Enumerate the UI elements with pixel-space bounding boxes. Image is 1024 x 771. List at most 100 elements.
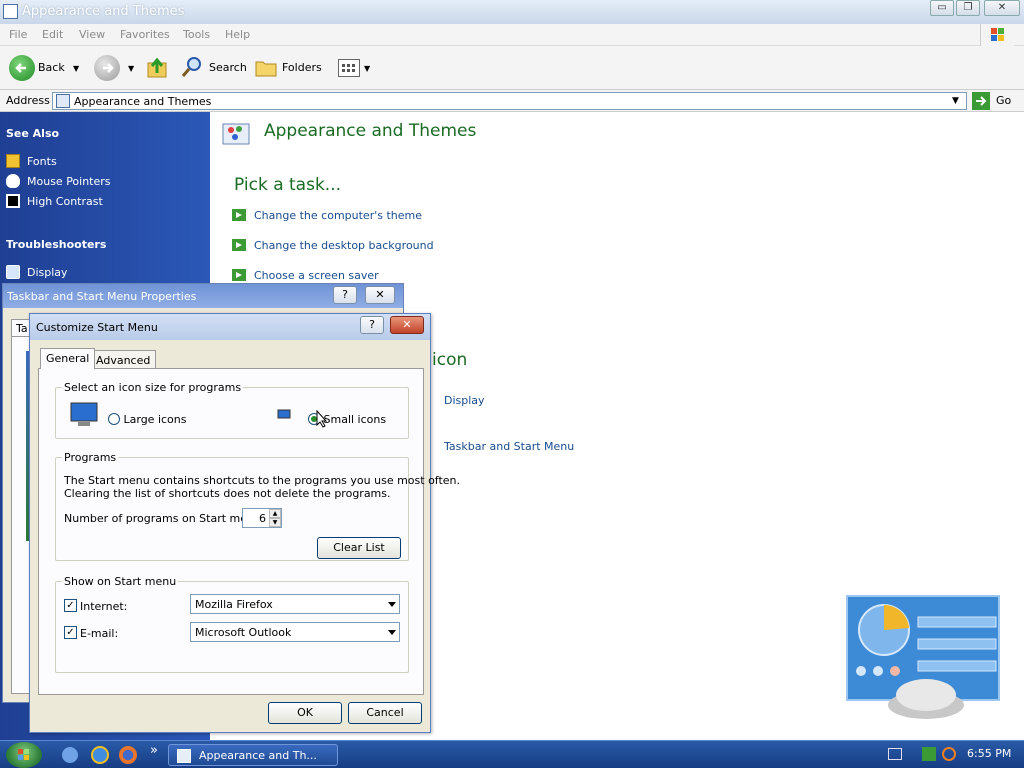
internet-label: Internet: — [80, 600, 128, 613]
close-button[interactable]: ✕ — [365, 286, 395, 304]
customize-start-menu-dialog: Customize Start Menu ? ✕ General Advance… — [29, 313, 460, 733]
window-title-bar[interactable]: Appearance and Themes ▭ ❐ ✕ — [0, 0, 1024, 24]
chevron-down-icon — [388, 630, 396, 635]
show-desktop-icon[interactable] — [62, 747, 78, 763]
search-button-label[interactable]: Search — [209, 61, 247, 74]
large-icons-option[interactable]: Large icons — [108, 413, 186, 426]
task-link-background[interactable]: Change the desktop background — [232, 239, 434, 252]
internet-checkbox[interactable]: ✓ — [64, 599, 77, 612]
task-link-screensaver[interactable]: Choose a screen saver — [232, 269, 379, 282]
folders-button-label[interactable]: Folders — [282, 61, 322, 74]
views-icon[interactable] — [338, 59, 360, 77]
email-checkbox[interactable]: ✓ — [64, 626, 77, 639]
clear-list-button[interactable]: Clear List — [317, 537, 401, 559]
email-select[interactable]: Microsoft Outlook — [190, 622, 400, 642]
address-input[interactable]: Appearance and Themes ▼ — [52, 92, 967, 110]
page-title: Appearance and Themes — [264, 121, 477, 141]
views-dropdown-icon[interactable]: ▼ — [364, 64, 370, 73]
programs-group: Programs The Start menu contains shortcu… — [55, 451, 460, 561]
chevron-down-icon — [388, 602, 396, 607]
taskbar-item-label: Appearance and Th... — [199, 749, 317, 762]
large-icons-radio[interactable] — [108, 413, 120, 425]
close-button[interactable]: ✕ — [390, 316, 424, 334]
address-dropdown-icon[interactable]: ▼ — [952, 96, 959, 106]
tab-general[interactable]: General — [40, 348, 96, 369]
quick-launch-more-icon[interactable]: » — [150, 743, 158, 758]
firefox-icon[interactable] — [119, 746, 137, 764]
minimize-button[interactable]: ▭ — [930, 0, 954, 16]
sidebar-item-mouse-pointers[interactable]: Mouse Pointers — [6, 174, 186, 190]
search-icon[interactable] — [180, 55, 204, 79]
forward-arrow-icon[interactable] — [94, 55, 120, 81]
back-arrow-icon[interactable] — [9, 55, 35, 81]
pick-icon-heading: icon — [432, 350, 468, 370]
email-select-value: Microsoft Outlook — [195, 626, 292, 639]
cancel-button[interactable]: Cancel — [348, 702, 422, 724]
restore-button[interactable]: ❐ — [956, 0, 980, 16]
search-tray-icon[interactable] — [942, 747, 956, 761]
dialog-title-bar[interactable]: Customize Start Menu ? ✕ — [30, 314, 430, 340]
email-label: E-mail: — [80, 627, 119, 640]
menu-help[interactable]: Help — [225, 28, 250, 41]
large-monitor-icon — [68, 400, 100, 428]
toolbar: Back ▼ ▼ Search Folders ▼ — [0, 46, 1024, 90]
stepper-down-icon[interactable]: ▼ — [269, 518, 281, 527]
taskbar-item-appearance-themes[interactable]: Appearance and Th... — [168, 744, 338, 766]
menu-favorites[interactable]: Favorites — [120, 28, 170, 41]
small-monitor-icon — [276, 408, 292, 422]
keyboard-icon[interactable] — [888, 748, 902, 760]
num-programs-stepper[interactable]: 6 ▲ ▼ — [242, 508, 282, 528]
address-label: Address — [6, 94, 50, 107]
menu-view[interactable]: View — [79, 28, 105, 41]
task-link-theme[interactable]: Change the computer's theme — [232, 209, 422, 222]
sidebar-item-fonts[interactable]: Fonts — [6, 154, 186, 170]
help-button[interactable]: ? — [333, 286, 357, 304]
forward-dropdown-icon[interactable]: ▼ — [128, 64, 134, 73]
control-panel-icon — [56, 94, 70, 108]
close-button[interactable]: ✕ — [984, 0, 1020, 16]
icon-link-taskbar[interactable]: Taskbar and Start Menu — [444, 440, 574, 453]
go-arrow-icon[interactable] — [972, 92, 990, 110]
troubleshooters-heading: Troubleshooters — [6, 238, 107, 251]
control-panel-illustration-icon — [846, 595, 1000, 721]
tab-advanced[interactable]: Advanced — [90, 350, 157, 370]
ok-button[interactable]: OK — [268, 702, 342, 724]
large-icons-label: Large icons — [123, 413, 187, 426]
sidebar-item-label: High Contrast — [27, 195, 103, 208]
go-button[interactable]: Go — [996, 94, 1011, 107]
show-group-title: Show on Start menu — [62, 575, 179, 588]
up-folder-icon[interactable] — [146, 55, 168, 79]
sidebar-item-high-contrast[interactable]: High Contrast — [6, 194, 186, 210]
menu-tools[interactable]: Tools — [183, 28, 210, 41]
programs-description-2: Clearing the list of shortcuts does not … — [64, 487, 391, 500]
internet-explorer-icon[interactable] — [91, 746, 109, 764]
address-bar: Address Appearance and Themes ▼ Go — [0, 90, 1024, 112]
windows-logo-icon — [980, 24, 1014, 46]
back-button-label[interactable]: Back — [38, 61, 65, 74]
back-dropdown-icon[interactable]: ▼ — [73, 64, 79, 73]
start-button[interactable] — [6, 742, 42, 768]
pick-task-heading: Pick a task... — [234, 175, 342, 195]
help-button[interactable]: ? — [360, 316, 384, 334]
icon-link-display[interactable]: Display — [444, 394, 485, 407]
taskbar-properties-title-bar[interactable]: Taskbar and Start Menu Properties ? ✕ — [3, 284, 403, 308]
folders-icon[interactable] — [254, 56, 278, 78]
taskbar-tabpanel — [11, 336, 32, 694]
menu-file[interactable]: File — [9, 28, 27, 41]
task-arrow-icon — [232, 239, 246, 251]
high-contrast-icon — [6, 194, 20, 208]
menu-edit[interactable]: Edit — [42, 28, 63, 41]
programs-group-title: Programs — [62, 451, 119, 464]
taskbar-properties-title: Taskbar and Start Menu Properties — [7, 290, 197, 303]
internet-select[interactable]: Mozilla Firefox — [190, 594, 400, 614]
sidebar-item-label: Fonts — [27, 155, 57, 168]
clock[interactable]: 6:55 PM — [967, 747, 1011, 760]
stepper-up-icon[interactable]: ▲ — [269, 509, 281, 518]
dialog-title: Customize Start Menu — [36, 321, 158, 334]
network-icon[interactable] — [922, 747, 936, 761]
sidebar-item-label: Display — [27, 266, 68, 279]
address-value: Appearance and Themes — [74, 95, 212, 108]
icon-size-group-title: Select an icon size for programs — [62, 381, 244, 394]
sidebar-item-display[interactable]: Display — [6, 265, 186, 281]
tab-taskbar[interactable]: Ta — [11, 319, 31, 337]
